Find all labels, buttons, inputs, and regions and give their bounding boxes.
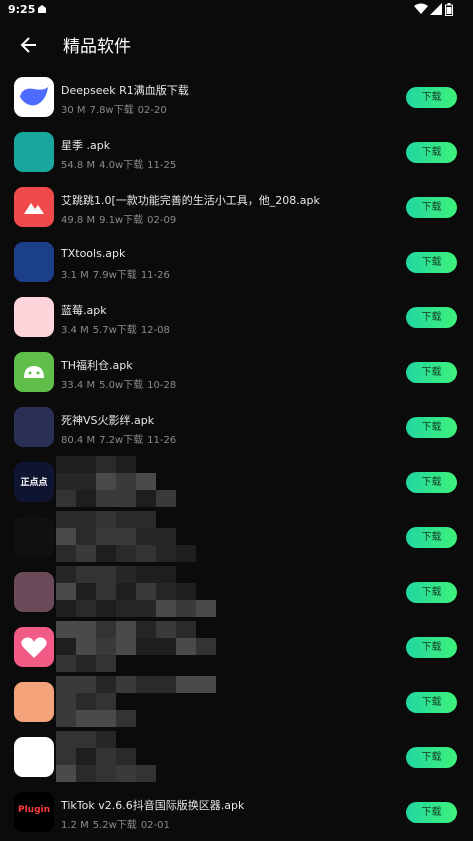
app-downloads: 9.1w下载 <box>99 215 144 226</box>
download-button[interactable]: 下载 <box>406 637 457 658</box>
app-downloads: 7.8w下载 <box>89 105 134 116</box>
download-button[interactable]: 下载 <box>406 142 457 163</box>
dragon-app-icon <box>14 242 54 282</box>
app-name: 死神VS火影绊.apk <box>61 414 155 427</box>
app-meta: 30 M 7.8w下载 02-20 <box>61 101 171 116</box>
app-size: 30 M <box>61 105 86 116</box>
app-size: 54.8 M <box>61 160 96 171</box>
download-button[interactable]: 下载 <box>406 692 457 713</box>
plugin-icon: Plugin <box>14 792 54 832</box>
app-name: 艾跳跳1.0[一款功能完善的生活小工具，他_208.apk <box>61 194 320 207</box>
status-bar: 9:25 <box>0 0 473 20</box>
notification-icon <box>36 3 48 18</box>
app-name: TikTok v2.6.6抖音国际版换区器.apk <box>61 799 245 812</box>
app-meta: 49.8 M 9.1w下载 02-09 <box>61 211 180 226</box>
list-item[interactable]: 死神VS火影绊.apk 80.4 M 7.2w下载 11-26 下载 <box>0 400 473 455</box>
anime-girl-icon <box>14 682 54 722</box>
app-downloads: 5.0w下载 <box>99 380 144 391</box>
download-button[interactable]: 下载 <box>406 87 457 108</box>
wifi-icon <box>414 3 428 18</box>
app-meta: 80.4 M 7.2w下载 11-26 <box>61 431 180 446</box>
app-size: 3.1 M <box>61 270 89 281</box>
list-item[interactable]: Plugin TikTok v2.6.6抖音国际版换区器.apk 1.2 M 5.2w… <box>0 785 473 840</box>
app-size: 80.4 M <box>61 435 96 446</box>
list-item[interactable]: 下载 <box>0 675 473 730</box>
status-time: 9:25 <box>8 3 36 16</box>
app-date: 10-28 <box>147 380 177 391</box>
app-date: 12-08 <box>140 325 170 336</box>
red-badge-app-icon <box>14 737 54 777</box>
app-date: 02-09 <box>147 215 177 226</box>
app-bar: 精品软件 <box>0 20 473 70</box>
app-size: 33.4 M <box>61 380 96 391</box>
deepseek-whale-icon <box>14 77 54 117</box>
app-name: Deepseek R1满血版下载 <box>61 84 189 97</box>
list-item[interactable]: 蓝莓.apk 3.4 M 5.7w下载 12-08 下载 <box>0 290 473 345</box>
pink-b-app-icon <box>14 517 54 557</box>
download-button[interactable]: 下载 <box>406 362 457 383</box>
android-icon <box>14 352 54 392</box>
star-app-icon <box>14 132 54 172</box>
app-size: 49.8 M <box>61 215 96 226</box>
download-button[interactable]: 下载 <box>406 197 457 218</box>
list-item[interactable]: 下载 <box>0 565 473 620</box>
app-date: 02-01 <box>140 820 170 831</box>
anime-game-icon <box>14 407 54 447</box>
app-meta: 3.4 M 5.7w下载 12-08 <box>61 321 174 336</box>
list-item[interactable]: 艾跳跳1.0[一款功能完善的生活小工具，他_208.apk 49.8 M 9.1w下… <box>0 180 473 235</box>
list-item[interactable]: Deepseek R1满血版下载 30 M 7.8w下载 02-20 下载 <box>0 70 473 125</box>
app-downloads: 4.0w下载 <box>99 160 144 171</box>
download-button[interactable]: 下载 <box>406 417 457 438</box>
download-button[interactable]: 下载 <box>406 802 457 823</box>
app-name: TXtools.apk <box>61 247 126 260</box>
mountain-app-icon <box>14 187 54 227</box>
app-name: 星季 .apk <box>61 139 111 152</box>
app-downloads: 5.7w下载 <box>92 325 137 336</box>
app-meta: 3.1 M 7.9w下载 11-26 <box>61 266 174 281</box>
app-meta: 33.4 M 5.0w下载 10-28 <box>61 376 180 391</box>
app-date: 11-26 <box>147 435 177 446</box>
download-button[interactable]: 下载 <box>406 472 457 493</box>
app-size: 1.2 M <box>61 820 89 831</box>
list-item[interactable]: 下载 <box>0 730 473 785</box>
download-button[interactable]: 下载 <box>406 527 457 548</box>
app-date: 11-25 <box>147 160 177 171</box>
download-button[interactable]: 下载 <box>406 307 457 328</box>
heart-app-icon <box>14 627 54 667</box>
list-item[interactable]: TXtools.apk 3.1 M 7.9w下载 11-26 下载 <box>0 235 473 290</box>
list-item[interactable]: TH福利仓.apk 33.4 M 5.0w下载 10-28 下载 <box>0 345 473 400</box>
download-button[interactable]: 下载 <box>406 747 457 768</box>
download-button[interactable]: 下载 <box>406 252 457 273</box>
app-meta: 1.2 M 5.2w下载 02-01 <box>61 816 174 831</box>
blueberry-app-icon <box>14 297 54 337</box>
app-name: TH福利仓.apk <box>61 359 133 372</box>
app-meta: 54.8 M 4.0w下载 11-25 <box>61 156 180 171</box>
anime-face-icon <box>14 572 54 612</box>
app-downloads: 7.9w下载 <box>92 270 137 281</box>
signal-icon <box>430 3 442 18</box>
battery-icon <box>445 3 453 19</box>
app-list: Deepseek R1满血版下载 30 M 7.8w下载 02-20 下载 星季 .apk… <box>0 70 473 840</box>
app-size: 3.4 M <box>61 325 89 336</box>
zhengdiandian-app-icon: 正点点 <box>14 462 54 502</box>
app-downloads: 5.2w下载 <box>92 820 137 831</box>
app-downloads: 7.2w下载 <box>99 435 144 446</box>
download-button[interactable]: 下载 <box>406 582 457 603</box>
list-item[interactable]: 下载 <box>0 510 473 565</box>
app-date: 02-20 <box>137 105 167 116</box>
page-title: 精品软件 <box>63 37 131 57</box>
arrow-left-icon[interactable] <box>18 34 40 56</box>
list-item[interactable]: 正点点 下载 <box>0 455 473 510</box>
list-item[interactable]: 星季 .apk 54.8 M 4.0w下载 11-25 下载 <box>0 125 473 180</box>
app-date: 11-26 <box>140 270 170 281</box>
app-name: 蓝莓.apk <box>61 304 107 317</box>
list-item[interactable]: 下载 <box>0 620 473 675</box>
